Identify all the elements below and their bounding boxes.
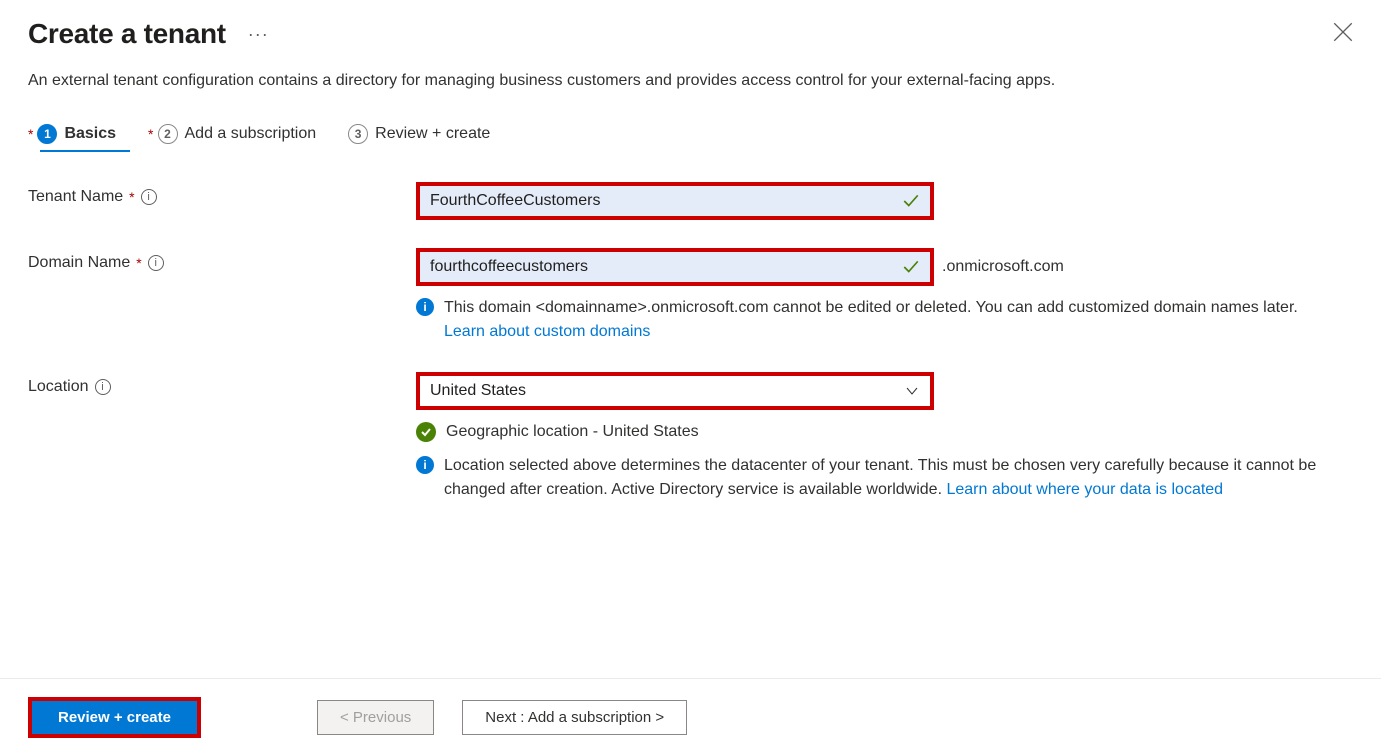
chevron-down-icon: [904, 383, 920, 399]
step-number-icon: 3: [348, 124, 368, 144]
info-icon: i: [416, 298, 434, 316]
check-circle-icon: [416, 422, 436, 442]
next-button[interactable]: Next : Add a subscription >: [462, 700, 687, 735]
required-asterisk: *: [136, 255, 141, 271]
info-icon[interactable]: i: [148, 255, 164, 271]
tab-review-create[interactable]: 3 Review + create: [348, 124, 490, 152]
learn-custom-domains-link[interactable]: Learn about custom domains: [444, 323, 650, 340]
step-number-icon: 2: [158, 124, 178, 144]
info-icon[interactable]: i: [95, 379, 111, 395]
info-icon: i: [416, 456, 434, 474]
required-asterisk: *: [148, 126, 153, 142]
location-select[interactable]: United States: [416, 372, 934, 410]
tenant-name-input[interactable]: [430, 192, 902, 210]
review-create-button[interactable]: Review + create: [28, 697, 201, 738]
wizard-tabs: * 1 Basics * 2 Add a subscription 3 Revi…: [0, 90, 1381, 152]
location-label: Location: [28, 378, 89, 396]
more-icon[interactable]: ···: [248, 24, 269, 45]
checkmark-icon: [902, 258, 920, 276]
info-icon[interactable]: i: [141, 189, 157, 205]
location-info-text: Location selected above determines the d…: [444, 454, 1336, 502]
tenant-name-label: Tenant Name: [28, 188, 123, 206]
tab-basics[interactable]: * 1 Basics: [28, 124, 116, 152]
domain-suffix: .onmicrosoft.com: [942, 258, 1064, 276]
domain-name-input-wrap: [416, 248, 934, 286]
domain-info-text: This domain <domainname>.onmicrosoft.com…: [444, 296, 1336, 344]
domain-name-input[interactable]: [430, 258, 902, 276]
domain-info-body: This domain <domainname>.onmicrosoft.com…: [444, 299, 1298, 316]
page-description: An external tenant configuration contain…: [0, 58, 1381, 90]
geo-location-text: Geographic location - United States: [446, 420, 1336, 444]
required-asterisk: *: [129, 189, 134, 205]
location-value: United States: [430, 382, 904, 400]
tenant-name-input-wrap: [416, 182, 934, 220]
learn-data-location-link[interactable]: Learn about where your data is located: [946, 481, 1223, 498]
previous-button: < Previous: [317, 700, 434, 735]
tab-label: Review + create: [375, 125, 490, 143]
tab-add-subscription[interactable]: * 2 Add a subscription: [148, 124, 316, 152]
step-number-icon: 1: [37, 124, 57, 144]
domain-name-label: Domain Name: [28, 254, 130, 272]
checkmark-icon: [902, 192, 920, 210]
page-title: Create a tenant: [28, 18, 226, 50]
tab-label: Add a subscription: [185, 125, 317, 143]
active-tab-underline: [40, 150, 130, 152]
tab-label: Basics: [64, 125, 116, 143]
close-icon[interactable]: [1333, 22, 1353, 42]
required-asterisk: *: [28, 126, 33, 142]
